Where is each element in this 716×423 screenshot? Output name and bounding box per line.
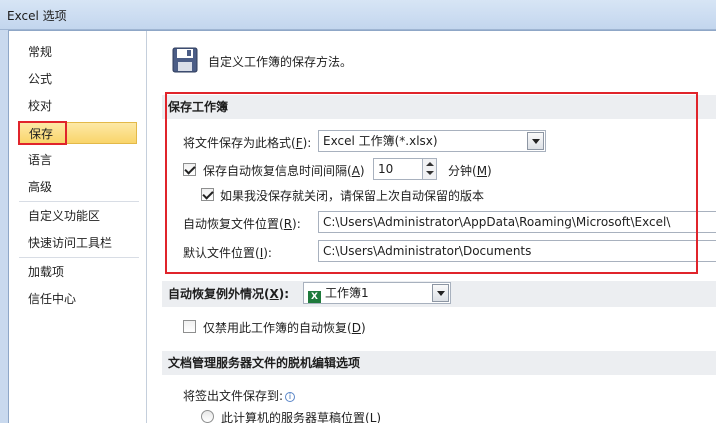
- sidebar-item-add-ins[interactable]: 加载项: [19, 261, 137, 283]
- sidebar-divider: [19, 257, 139, 258]
- section-offline-editing: 文档管理服务器文件的脱机编辑选项: [162, 351, 716, 375]
- sidebar-item-formulas[interactable]: 公式: [19, 68, 137, 90]
- info-icon: i: [285, 392, 296, 402]
- sidebar-item-general[interactable]: 常规: [19, 41, 137, 63]
- sidebar-divider: [19, 201, 139, 202]
- exceptions-workbook-value: 工作簿1: [325, 286, 369, 300]
- server-drafts-label: 此计算机的服务器草稿位置(L): [221, 411, 382, 423]
- sidebar-item-quick-access-toolbar[interactable]: 快速访问工具栏: [19, 232, 137, 254]
- main-panel: 自定义工作簿的保存方法。 保存工作簿 将文件保存为此格式(F): Excel 工…: [148, 31, 716, 423]
- sidebar-item-trust-center[interactable]: 信任中心: [19, 288, 137, 310]
- highlight-box-save: [18, 121, 67, 145]
- sidebar-item-proofing[interactable]: 校对: [19, 95, 137, 117]
- exceptions-workbook-dropdown[interactable]: X 工作簿1: [303, 282, 451, 304]
- window-title: Excel 选项: [7, 9, 67, 23]
- title-bar: Excel 选项: [0, 0, 716, 30]
- save-checked-out-label: 将签出文件保存到: i: [183, 387, 296, 404]
- highlight-box-save-workbook: [165, 92, 698, 274]
- disable-autorecover-label: 仅禁用此工作簿的自动恢复(D): [203, 321, 366, 335]
- server-drafts-radio[interactable]: [201, 410, 214, 423]
- chevron-down-icon[interactable]: [432, 284, 449, 302]
- floppy-disk-icon: [172, 47, 198, 73]
- sidebar-item-customize-ribbon[interactable]: 自定义功能区: [19, 205, 137, 227]
- excel-workbook-icon: X: [308, 291, 321, 303]
- sidebar-item-advanced[interactable]: 高级: [19, 176, 137, 198]
- options-window: 常规 公式 校对 保存 语言 高级 自定义功能区 快速访问工具栏 加载项 信任中…: [8, 30, 716, 423]
- disable-autorecover-checkbox[interactable]: [183, 320, 196, 333]
- sidebar: 常规 公式 校对 保存 语言 高级 自定义功能区 快速访问工具栏 加载项 信任中…: [9, 31, 147, 423]
- page-description: 自定义工作簿的保存方法。: [208, 55, 353, 69]
- sidebar-item-language[interactable]: 语言: [19, 149, 137, 171]
